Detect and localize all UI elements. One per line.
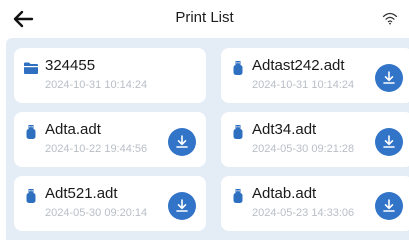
file-name: 324455 xyxy=(45,57,96,74)
file-card-adtab[interactable]: Adtab.adt 2024-05-23 14:33:06 xyxy=(221,176,409,231)
download-button[interactable] xyxy=(168,128,196,156)
usb-icon xyxy=(231,125,245,139)
page-title: Print List xyxy=(175,9,234,26)
file-name: Adt34.adt xyxy=(252,121,317,138)
file-card-adt34[interactable]: Adt34.adt 2024-05-30 09:21:28 xyxy=(221,112,409,167)
download-button[interactable] xyxy=(375,192,403,220)
usb-icon xyxy=(231,189,245,203)
file-name: Adtab.adt xyxy=(252,185,317,202)
file-name: Adtast242.adt xyxy=(252,57,345,74)
download-icon xyxy=(176,135,188,148)
folder-icon xyxy=(24,61,38,75)
wifi-icon xyxy=(382,12,398,25)
wifi-status-button[interactable] xyxy=(381,10,399,26)
file-date: 2024-05-23 14:33:06 xyxy=(252,207,355,219)
top-bar: Print List xyxy=(0,0,409,38)
file-card-324455[interactable]: 324455 2024-10-31 10:14:24 xyxy=(14,48,206,103)
download-button[interactable] xyxy=(375,128,403,156)
file-name: Adta.adt xyxy=(45,121,101,138)
file-card-adt521[interactable]: Adt521.adt 2024-05-30 09:20:14 xyxy=(14,176,206,231)
download-button[interactable] xyxy=(375,64,403,92)
usb-icon xyxy=(24,189,38,203)
file-list: 324455 2024-10-31 10:14:24 Adtast242.adt… xyxy=(6,38,409,240)
file-date: 2024-05-30 09:20:14 xyxy=(45,207,148,219)
file-card-adtast242[interactable]: Adtast242.adt 2024-10-31 10:14:24 xyxy=(221,48,409,103)
file-date: 2024-10-22 19:44:56 xyxy=(45,143,148,155)
file-card-adta[interactable]: Adta.adt 2024-10-22 19:44:56 xyxy=(14,112,206,167)
download-icon xyxy=(176,199,188,212)
file-date: 2024-05-30 09:21:28 xyxy=(252,143,355,155)
download-icon xyxy=(383,71,395,84)
usb-icon xyxy=(231,61,245,75)
file-name: Adt521.adt xyxy=(45,185,118,202)
file-date: 2024-10-31 10:14:24 xyxy=(45,79,148,91)
file-date: 2024-10-31 10:14:24 xyxy=(252,79,355,91)
download-icon xyxy=(383,199,395,212)
usb-icon xyxy=(24,125,38,139)
download-button[interactable] xyxy=(168,192,196,220)
download-icon xyxy=(383,135,395,148)
